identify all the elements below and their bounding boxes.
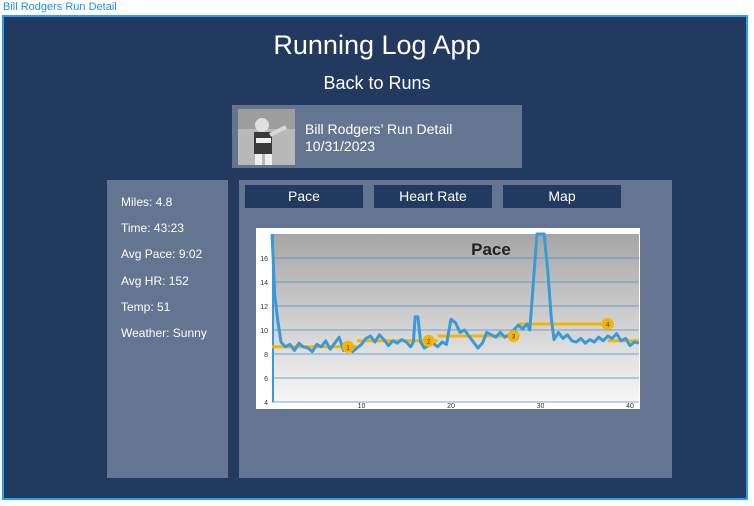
stats-panel: Miles: 4.8 Time: 43:23 Avg Pace: 9:02 Av… xyxy=(107,180,228,478)
runner-photo xyxy=(238,109,295,165)
tab-heart-rate[interactable]: Heart Rate xyxy=(374,185,492,208)
stat-time: Time: 43:23 xyxy=(121,221,184,235)
y-tick-label: 16 xyxy=(260,256,268,263)
app-title: Running Log App xyxy=(273,30,481,60)
stat-weather: Weather: Sunny xyxy=(121,326,207,340)
tab-map[interactable]: Map xyxy=(503,185,621,208)
main-panel: Pace Heart Rate Map 4 6 8 10 12 14 16 10 20 30 40 … xyxy=(239,180,672,478)
frame-label: Bill Rodgers Run Detail xyxy=(3,1,117,13)
y-tick-label: 12 xyxy=(260,304,268,311)
stat-temp: Temp: 51 xyxy=(121,300,171,314)
y-tick-label: 6 xyxy=(264,376,268,383)
stat-miles: Miles: 4.8 xyxy=(121,195,173,209)
chart-title: Pace xyxy=(471,240,511,259)
x-tick-label: 30 xyxy=(537,403,545,409)
y-tick-label: 8 xyxy=(264,352,268,359)
y-tick-label: 10 xyxy=(260,328,268,335)
back-to-runs-link[interactable]: Back to Runs xyxy=(0,73,754,94)
x-tick-label: 10 xyxy=(358,403,366,409)
pace-chart-svg: 4681012141610 20 30 40 1234 Pace xyxy=(260,232,640,410)
stat-avg-hr: Avg HR: 152 xyxy=(121,274,189,288)
y-tick-label: 14 xyxy=(260,280,268,287)
stat-avg-pace: Avg Pace: 9:02 xyxy=(121,247,203,261)
pace-chart: 4 6 8 10 12 14 16 10 20 30 40 1234 Pace xyxy=(256,228,640,410)
run-date: 10/31/2023 xyxy=(305,138,376,154)
x-tick-label: 40 xyxy=(626,403,634,409)
x-tick-label: 20 xyxy=(447,403,455,409)
plot-area xyxy=(272,234,639,402)
run-title: Bill Rodgers’ Run Detail xyxy=(305,121,453,137)
tab-pace[interactable]: Pace xyxy=(245,185,363,208)
y-tick-label: 4 xyxy=(264,400,268,407)
run-header: Bill Rodgers’ Run Detail 10/31/2023 xyxy=(232,105,522,168)
